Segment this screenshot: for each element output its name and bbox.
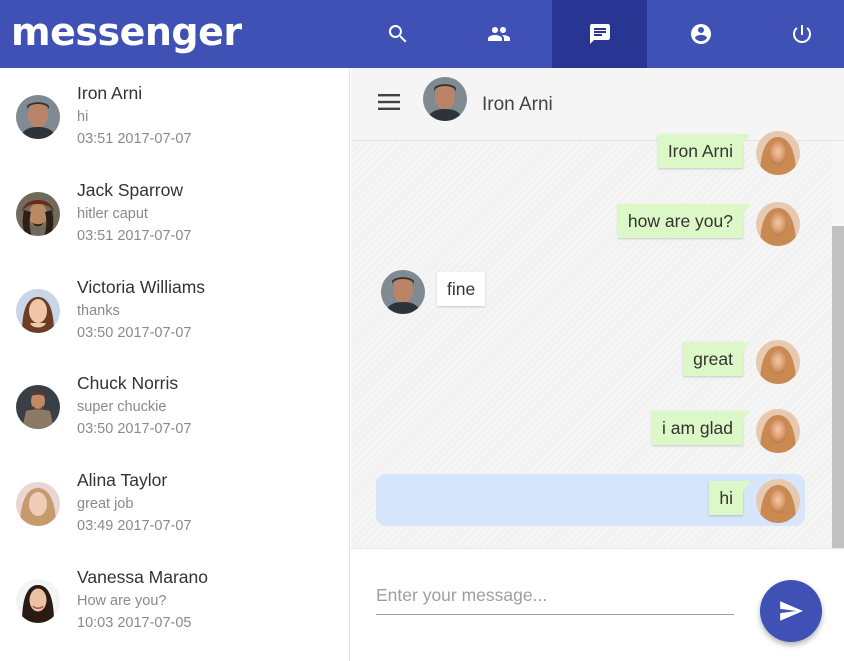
contact-timestamp: 03:50 2017-07-07: [77, 421, 192, 438]
message-bubble-sent: how are you?: [617, 204, 752, 238]
contact-name: Alina Taylor: [77, 470, 168, 491]
chat-contact-name: Iron Arni: [482, 94, 553, 115]
avatar: [756, 409, 800, 453]
avatar: [16, 95, 60, 139]
contact-last-message: great job: [77, 496, 134, 513]
contact-timestamp: 03:51 2017-07-07: [77, 227, 192, 244]
contact-name: Chuck Norris: [77, 373, 179, 394]
contact-last-message: How are you?: [77, 592, 167, 609]
menu-button[interactable]: [377, 90, 403, 114]
message-bubble-sent: Iron Arni: [657, 134, 752, 168]
nav-account-button[interactable]: [653, 0, 748, 68]
contact-item[interactable]: Victoria Williams thanks 03:50 2017-07-0…: [0, 262, 349, 359]
power-icon: [792, 25, 811, 44]
avatar: [423, 77, 467, 121]
chat-icon: [589, 24, 610, 44]
contact-name: Victoria Williams: [77, 276, 206, 297]
avatar: [16, 578, 60, 623]
avatar: [16, 482, 60, 527]
avatar: [16, 191, 60, 236]
scrollbar-thumb[interactable]: [832, 226, 844, 548]
app-bar: messenger: [0, 0, 844, 68]
search-icon: [388, 25, 406, 43]
message-bubble-sent: i am glad: [651, 411, 752, 445]
message-bubble-received: fine: [437, 272, 486, 306]
app-logo: messenger: [11, 10, 242, 54]
contact-last-message: thanks: [77, 302, 120, 319]
avatar: [756, 131, 800, 175]
message-input[interactable]: [376, 577, 734, 615]
contact-name: Vanessa Marano: [77, 566, 209, 587]
avatar: [756, 479, 800, 523]
contact-timestamp: 10:03 2017-07-05: [77, 614, 192, 631]
nav-contacts-button[interactable]: [451, 0, 546, 68]
nav-logout-button[interactable]: [754, 0, 844, 68]
contact-timestamp: 03:50 2017-07-07: [77, 324, 192, 341]
nav-search-button[interactable]: [350, 0, 445, 68]
send-icon: [780, 601, 803, 621]
contact-item[interactable]: Alina Taylor great job 03:49 2017-07-07: [0, 455, 349, 552]
contact-item[interactable]: Vanessa Marano How are you? 10:03 2017-0…: [0, 552, 349, 649]
avatar: [16, 385, 60, 430]
avatar: [756, 340, 800, 384]
contact-timestamp: 03:49 2017-07-07: [77, 518, 192, 535]
account-icon: [690, 24, 711, 44]
contact-timestamp: 03:51 2017-07-07: [77, 131, 192, 147]
contact-last-message: hitler caput: [77, 205, 148, 222]
contact-last-message: super chuckie: [77, 399, 167, 416]
avatar: [381, 270, 425, 314]
contact-name: Jack Sparrow: [77, 179, 184, 200]
contact-item[interactable]: Jack Sparrow hitler caput 03:51 2017-07-…: [0, 165, 349, 262]
avatar: [756, 202, 800, 246]
nav-chats-button[interactable]: [552, 0, 647, 68]
menu-icon: [378, 94, 400, 110]
contact-item[interactable]: Iron Arni hi 03:51 2017-07-07: [0, 68, 349, 165]
contact-list: Iron Arni hi 03:51 2017-07-07 Jack Sparr…: [0, 68, 350, 661]
message-bubble-sent: great: [683, 342, 751, 376]
contact-last-message: hi: [77, 109, 89, 125]
send-button[interactable]: [760, 580, 822, 642]
people-icon: [487, 27, 510, 41]
avatar: [16, 288, 60, 333]
message-bubble-sent: hi: [709, 481, 751, 515]
message-composer: [351, 548, 844, 661]
contact-item[interactable]: Chuck Norris super chuckie 03:50 2017-07…: [0, 358, 349, 455]
contact-name: Iron Arni: [77, 83, 143, 103]
